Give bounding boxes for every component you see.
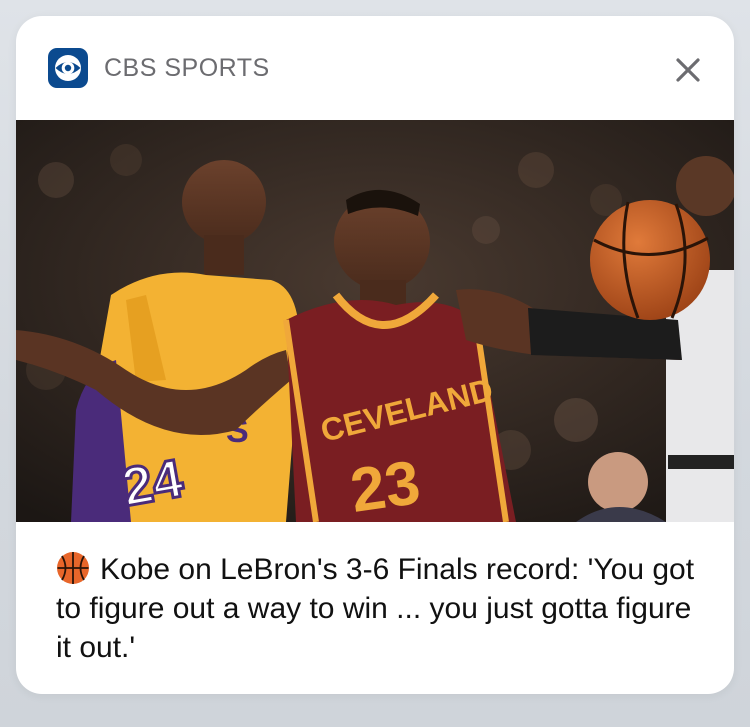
notification-photo[interactable]: 24 S CEVELAND 23	[16, 120, 734, 522]
headline-text: Kobe on LeBron's 3-6 Finals record: 'You…	[56, 553, 695, 664]
svg-text:24: 24	[118, 448, 188, 518]
notification-card[interactable]: CBS SPORTS 24 S CEVELAND 23 Kobe on LeBr…	[16, 16, 734, 694]
notification-message: Kobe on LeBron's 3-6 Finals record: 'You…	[56, 550, 706, 667]
referee-head	[676, 156, 734, 216]
app-name: CBS SPORTS	[104, 54, 270, 82]
notification-header: CBS SPORTS	[16, 16, 734, 120]
close-icon[interactable]	[670, 52, 706, 88]
svg-text:23: 23	[346, 448, 424, 522]
cbs-eye-icon	[48, 48, 88, 88]
basketball	[590, 200, 710, 320]
basketball-icon	[56, 551, 90, 585]
spectator-head	[588, 452, 648, 512]
